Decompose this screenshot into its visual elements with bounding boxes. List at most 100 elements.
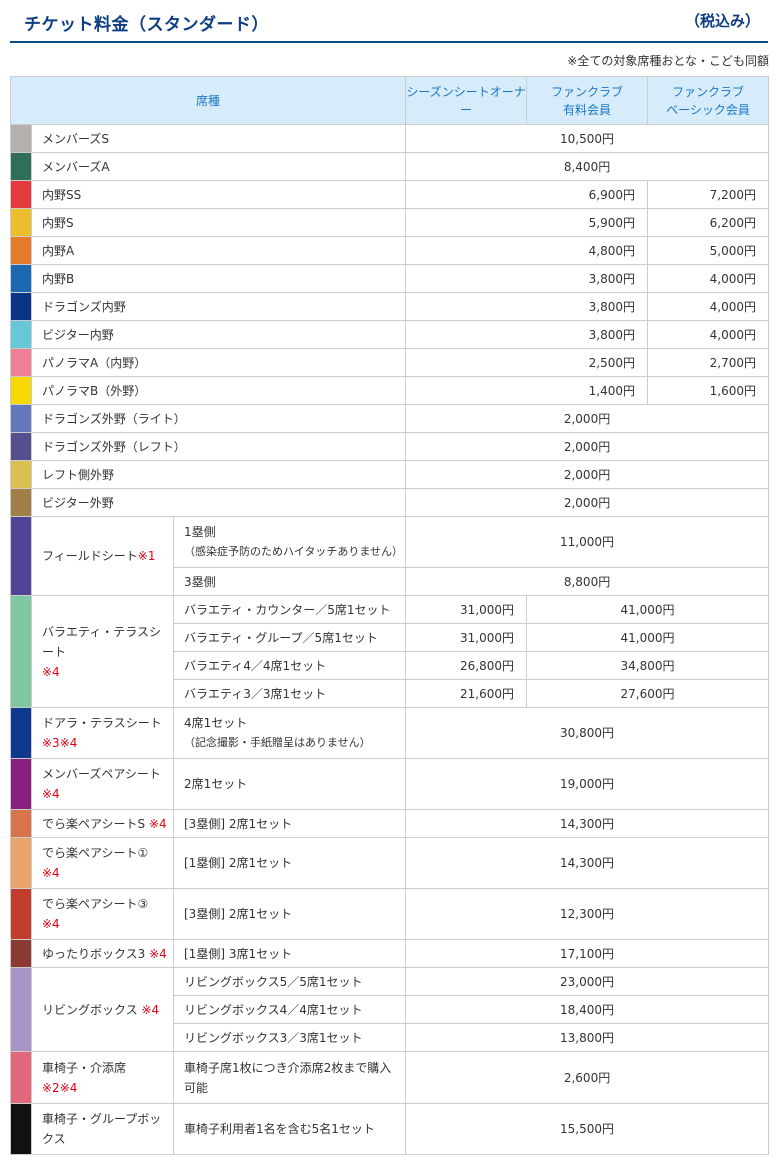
price-note: ※全ての対象席種おとな・こども同額 [567,54,769,68]
seat-name-text: ドアラ・テラスシート [42,716,162,730]
seat-price: 2,000円 [405,432,770,461]
table-row: パノラマA（内野） 2,500円 2,700円 [10,348,770,377]
seat-color-swatch [10,404,32,433]
seat-desc: リビングボックス5／5席1セット [172,967,407,996]
seat-price: 17,100円 [405,939,770,968]
footnote-mark: ※4 [42,866,60,880]
seat-price: 13,800円 [405,1023,770,1052]
seat-color-swatch [10,488,32,517]
table-row: メンバーズペアシート ※4 2席1セット 19,000円 [10,758,770,810]
seat-desc: [1塁側] 3席1セット [172,939,407,968]
table-row: メンバーズA 8,400円 [10,152,770,181]
seat-price-fanclub: 41,000円 [526,595,770,624]
table-row: レフト側外野 2,000円 [10,460,770,489]
seat-name-text: リビングボックス [42,1002,138,1017]
seat-price-season: 31,000円 [405,595,528,624]
seat-name: メンバーズA [30,152,407,181]
table-row: リビングボックス ※4 リビングボックス5／5席1セット 23,000円 [10,967,770,1052]
seat-color-swatch [10,460,32,489]
seat-name: レフト側外野 [30,460,407,489]
col-header-paid-line1: ファンクラブ [551,84,624,99]
table-row: ドラゴンズ外野（ライト） 2,000円 [10,404,770,433]
seat-price-basic: 2,700円 [647,348,770,377]
seat-desc: [3塁側] 2席1セット [172,809,407,838]
footnote-mark: ※2※4 [42,1080,78,1095]
seat-color-swatch [10,809,32,838]
col-header-basic-line2: ベーシック会員 [666,102,750,117]
table-row: ドラゴンズ内野 3,800円 4,000円 [10,292,770,321]
seat-name: ドラゴンズ外野（ライト） [30,404,407,433]
seat-color-swatch [10,595,32,708]
seat-price-fanclub: 27,600円 [526,679,770,708]
seat-price-basic: 1,600円 [647,376,770,405]
seat-name-text: でら楽ペアシート① [42,846,149,860]
seat-desc: 1塁側 （感染症予防のためハイタッチありません） [172,516,407,568]
footnote-mark: ※4 [141,1002,160,1017]
seat-color-swatch [10,1051,32,1104]
table-row: パノラマB（外野） 1,400円 1,600円 [10,376,770,405]
seat-color-swatch [10,208,32,237]
seat-price: 23,000円 [405,967,770,996]
seat-price-member: 1,400円 [405,376,649,405]
table-row: 内野S 5,900円 6,200円 [10,208,770,237]
seat-name: でら楽ペアシート③ ※4 [31,888,174,940]
seat-name: ビジター外野 [30,488,407,517]
footnote-mark: ※1 [137,549,156,563]
footnote-mark: ※4 [148,816,167,831]
seat-price: 12,300円 [405,888,770,940]
seat-name: バラエティ・テラスシート ※4 [31,595,174,708]
price-table: 席種 シーズンシートオーナー ファンクラブ 有料会員 ファンクラブ ベーシック会… [9,76,770,1155]
tax-label: （税込み） [684,12,760,30]
seat-name: ドアラ・テラスシート ※3※4 [31,707,174,759]
seat-price: 11,000円 [405,516,770,568]
seat-price: 14,300円 [405,837,770,889]
seat-name: パノラマA（内野） [30,348,407,377]
table-row: 内野A 4,800円 5,000円 [10,236,770,265]
seat-price-member: 4,800円 [405,236,649,265]
page-title: チケット料金（スタンダード） [24,15,269,35]
seat-desc: リビングボックス3／3席1セット [172,1023,407,1052]
seat-price: 15,500円 [405,1103,770,1155]
seat-name: ドラゴンズ内野 [30,292,407,321]
seat-desc: 3塁側 [172,567,407,596]
seat-color-swatch [10,432,32,461]
table-row: でら楽ペアシートS ※4 [3塁側] 2席1セット 14,300円 [10,809,770,838]
seat-color-swatch [10,967,32,1052]
seat-name: 内野A [30,236,407,265]
seat-color-swatch [10,376,32,405]
seat-price-season: 26,800円 [405,651,528,680]
seat-price: 30,800円 [405,707,770,759]
seat-color-swatch [10,124,32,153]
seat-price-basic: 4,000円 [647,264,770,293]
seat-name: メンバーズペアシート ※4 [31,758,174,810]
seat-color-swatch [10,152,32,181]
table-row: でら楽ペアシート① ※4 [1塁側] 2席1セット 14,300円 [10,837,770,889]
col-header-paid-line2: 有料会員 [563,102,612,117]
table-row: 車椅子・介添席 ※2※4 車椅子席1枚につき介添席2枚まで購入可能 2,600円 [10,1051,770,1104]
table-row: ビジター外野 2,000円 [10,488,770,517]
table-row: メンバーズS 10,500円 [10,124,770,153]
seat-name-text: 車椅子・介添席 [42,1060,127,1075]
seat-color-swatch [10,707,32,759]
seat-color-swatch [10,939,32,968]
seat-desc: [3塁側] 2席1セット [172,888,407,940]
seat-price-fanclub: 41,000円 [526,623,770,652]
seat-price-season: 21,600円 [405,679,528,708]
seat-name: ビジター内野 [30,320,407,349]
seat-price-season: 31,000円 [405,623,528,652]
seat-desc: バラエティ・グループ／5席1セット [172,623,407,652]
seat-name-text: メンバーズペアシート [42,767,161,781]
seat-color-swatch [10,888,32,940]
seat-price: 8,400円 [405,152,770,181]
seat-desc: バラエティ3／3席1セット [172,679,407,708]
col-header-basic: ファンクラブ ベーシック会員 [647,76,770,125]
seat-price: 19,000円 [405,758,770,810]
col-header-season: シーズンシートオーナー [405,76,528,125]
seat-price-member: 2,500円 [405,348,649,377]
seat-color-swatch [10,348,32,377]
seat-desc: バラエティ4／4席1セット [172,651,407,680]
seat-color-swatch [10,292,32,321]
seat-price-basic: 4,000円 [647,320,770,349]
seat-price: 2,600円 [405,1051,770,1104]
seat-name-text: でら楽ペアシートS [42,816,146,831]
